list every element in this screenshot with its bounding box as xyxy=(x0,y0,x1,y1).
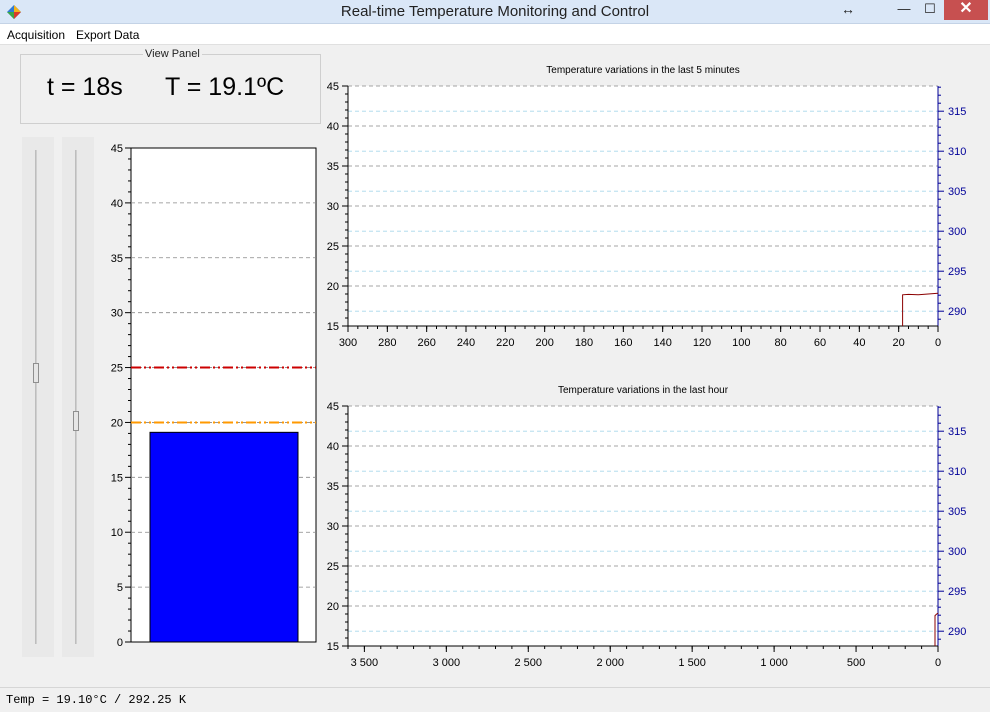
gauge-tick-label: 35 xyxy=(111,253,123,265)
kelvin-tick-label: 315 xyxy=(948,426,966,438)
x-tick-label: 20 xyxy=(893,337,905,349)
gauge-bar xyxy=(149,431,299,643)
resize-arrows-icon[interactable]: ↔ xyxy=(838,0,858,20)
x-tick-label: 260 xyxy=(417,337,435,349)
kelvin-tick-label: 295 xyxy=(948,266,966,278)
lower-setpoint-slider[interactable] xyxy=(62,137,94,657)
trend-chart-5-minutes: Temperature variations in the last 5 min… xyxy=(327,65,967,349)
gauge-tick-label: 0 xyxy=(117,637,123,649)
trend-chart-last-hour: Temperature variations in the last hour 1… xyxy=(327,385,967,669)
y-tick-label: 25 xyxy=(327,241,339,253)
x-tick-label: 1 000 xyxy=(760,657,788,669)
x-tick-label: 120 xyxy=(693,337,711,349)
menu-bar: Acquisition Export Data xyxy=(0,25,990,45)
x-tick-label: 100 xyxy=(732,337,750,349)
y-tick-label: 15 xyxy=(327,641,339,653)
x-tick-label: 40 xyxy=(853,337,865,349)
y-tick-label: 30 xyxy=(327,521,339,533)
chart-title: Temperature variations in the last 5 min… xyxy=(546,65,739,76)
kelvin-tick-label: 290 xyxy=(948,306,966,318)
y-tick-label: 45 xyxy=(327,81,339,93)
main-panel: View Panel t = 18s T = 19.1ºC 0 5 10 15 20 25… xyxy=(0,45,990,687)
x-tick-label: 80 xyxy=(775,337,787,349)
x-tick-label: 500 xyxy=(847,657,865,669)
x-tick-label: 2 000 xyxy=(596,657,624,669)
elapsed-time-readout: t = 18s xyxy=(47,73,123,101)
kelvin-tick-label: 295 xyxy=(948,586,966,598)
kelvin-tick-label: 290 xyxy=(948,626,966,638)
gauge-tick-label: 25 xyxy=(111,363,123,375)
x-tick-label: 1 500 xyxy=(678,657,706,669)
kelvin-tick-label: 300 xyxy=(948,546,966,558)
kelvin-tick-label: 310 xyxy=(948,146,966,158)
x-tick-label: 140 xyxy=(653,337,671,349)
x-tick-label: 2 500 xyxy=(515,657,543,669)
slider-thumb[interactable] xyxy=(33,363,39,384)
y-tick-label: 40 xyxy=(327,121,339,133)
x-tick-label: 240 xyxy=(457,337,475,349)
gauge-tick-label: 15 xyxy=(111,472,123,484)
temperature-gauge: 0 5 10 15 20 25 30 35 40 45 xyxy=(111,143,317,649)
y-tick-label: 20 xyxy=(327,281,339,293)
status-text: Temp = 19.10°C / 292.25 K xyxy=(6,693,187,707)
status-bar: Temp = 19.10°C / 292.25 K xyxy=(0,687,990,712)
y-tick-label: 25 xyxy=(327,561,339,573)
gauge-tick-label: 20 xyxy=(111,417,123,429)
y-tick-label: 15 xyxy=(327,321,339,333)
kelvin-tick-label: 305 xyxy=(948,506,966,518)
kelvin-tick-label: 300 xyxy=(948,226,966,238)
slider-groove xyxy=(75,150,77,644)
slider-groove xyxy=(35,150,37,644)
title-bar: Real-time Temperature Monitoring and Con… xyxy=(0,0,990,24)
y-tick-label: 20 xyxy=(327,601,339,613)
kelvin-tick-label: 305 xyxy=(948,186,966,198)
menu-export-data[interactable]: Export Data xyxy=(76,28,139,42)
slider-thumb[interactable] xyxy=(73,410,79,431)
upper-setpoint-slider[interactable] xyxy=(22,137,54,657)
y-tick-label: 30 xyxy=(327,201,339,213)
x-tick-label: 0 xyxy=(935,337,941,349)
x-tick-label: 0 xyxy=(935,657,941,669)
y-tick-label: 35 xyxy=(327,161,339,173)
x-tick-label: 300 xyxy=(339,337,357,349)
y-tick-label: 40 xyxy=(327,441,339,453)
kelvin-tick-label: 315 xyxy=(948,106,966,118)
kelvin-tick-label: 310 xyxy=(948,466,966,478)
x-tick-label: 3 000 xyxy=(433,657,461,669)
gauge-tick-label: 45 xyxy=(111,143,123,155)
x-tick-label: 60 xyxy=(814,337,826,349)
gauge-tick-label: 40 xyxy=(111,198,123,210)
x-tick-label: 160 xyxy=(614,337,632,349)
minimize-button[interactable]: — xyxy=(892,0,916,20)
view-panel: View Panel t = 18s T = 19.1ºC xyxy=(20,48,321,124)
chart-title: Temperature variations in the last hour xyxy=(558,385,729,396)
temperature-readout: T = 19.1ºC xyxy=(165,73,285,101)
x-tick-label: 3 500 xyxy=(351,657,379,669)
menu-acquisition[interactable]: Acquisition xyxy=(7,28,65,42)
x-tick-label: 280 xyxy=(378,337,396,349)
close-button[interactable]: ✕ xyxy=(944,0,988,20)
y-tick-label: 35 xyxy=(327,481,339,493)
gauge-tick-label: 10 xyxy=(111,527,123,539)
maximize-button[interactable]: ☐ xyxy=(918,0,942,20)
gauge-tick-label: 5 xyxy=(117,582,123,594)
y-tick-label: 45 xyxy=(327,401,339,413)
x-tick-label: 220 xyxy=(496,337,514,349)
x-tick-label: 200 xyxy=(535,337,553,349)
x-tick-label: 180 xyxy=(575,337,593,349)
gauge-tick-label: 30 xyxy=(111,308,123,320)
view-panel-label: View Panel xyxy=(143,48,202,60)
